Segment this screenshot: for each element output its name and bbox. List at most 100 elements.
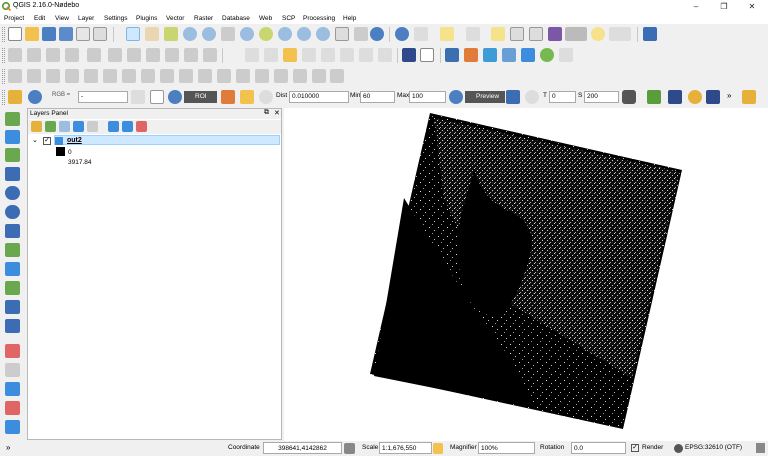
move-feature-icon[interactable] — [108, 48, 122, 62]
node-tool-icon[interactable] — [127, 48, 141, 62]
close-button[interactable]: ✕ — [740, 0, 764, 13]
rgb-shift-icon[interactable] — [131, 90, 145, 104]
zoom-out-icon[interactable] — [202, 27, 216, 41]
remove-temp-files-icon[interactable] — [622, 90, 636, 104]
new-map-view-icon[interactable] — [335, 27, 349, 41]
magnifier-spinbox[interactable]: 100% — [478, 442, 535, 454]
undo-icon[interactable] — [46, 69, 60, 83]
pin-labels-icon[interactable] — [264, 48, 278, 62]
menu-vector[interactable]: Vector — [166, 15, 184, 22]
change-label-icon[interactable] — [340, 48, 354, 62]
plugin-a-icon[interactable] — [464, 48, 478, 62]
crs-globe-icon[interactable] — [674, 444, 683, 453]
close-panel-icon[interactable]: ✕ — [274, 109, 280, 117]
map-tips-icon[interactable] — [591, 27, 605, 41]
styling-icon[interactable] — [31, 121, 42, 132]
new-geopackage-icon[interactable] — [5, 319, 20, 333]
menu-raster[interactable]: Raster — [194, 15, 213, 22]
current-edits-icon[interactable] — [8, 48, 22, 62]
pan-icon[interactable] — [145, 27, 159, 41]
add-postgis-layer-icon[interactable] — [5, 148, 20, 162]
band-combo[interactable]: - — [78, 91, 128, 103]
menu-scp[interactable]: SCP — [282, 15, 295, 22]
zoom-to-preview-icon[interactable] — [449, 90, 463, 104]
export-icon[interactable] — [706, 90, 720, 104]
lock-scale-icon[interactable] — [433, 443, 443, 454]
minimize-button[interactable]: – — [684, 0, 708, 13]
add-vector-layer-icon[interactable] — [5, 112, 20, 126]
scp-dock-icon[interactable] — [8, 90, 22, 104]
menu-project[interactable]: Project — [4, 15, 24, 22]
add-roi-icon[interactable] — [240, 90, 254, 104]
attribute-table-icon[interactable] — [510, 27, 524, 41]
redo-roi-icon[interactable] — [259, 90, 273, 104]
add-gps-icon[interactable] — [5, 344, 20, 358]
layer-visibility-checkbox[interactable]: ✓ — [43, 137, 51, 145]
toolbar-grip[interactable] — [2, 69, 5, 84]
s-spinbox[interactable]: 200 — [584, 91, 619, 103]
scale-combo[interactable]: 1:1,676,550 — [379, 442, 432, 454]
filter-expression-icon[interactable] — [87, 121, 98, 132]
save-as-icon[interactable] — [59, 27, 73, 41]
new-spatialite-icon[interactable] — [5, 300, 20, 314]
classification-preview-icon[interactable] — [506, 90, 520, 104]
add-wms-icon[interactable] — [5, 186, 20, 200]
statistical-summary-icon[interactable] — [548, 27, 562, 41]
measure-line-icon[interactable] — [565, 27, 587, 41]
label-properties-icon[interactable] — [378, 48, 392, 62]
new-print-composer-icon[interactable] — [76, 27, 90, 41]
band-calc-icon[interactable] — [647, 90, 661, 104]
digitizing-a-icon[interactable] — [8, 69, 22, 83]
db2-icon[interactable] — [5, 420, 20, 434]
python-console-icon[interactable] — [445, 48, 459, 62]
move-label-icon[interactable] — [302, 48, 316, 62]
add-group-icon[interactable] — [45, 121, 56, 132]
plugin-e-icon[interactable] — [540, 48, 554, 62]
download-icon[interactable] — [668, 90, 682, 104]
add-wfs-icon[interactable] — [5, 224, 20, 238]
add-ring-icon[interactable] — [103, 69, 117, 83]
save-project-icon[interactable] — [42, 27, 56, 41]
identify-icon[interactable] — [395, 27, 409, 41]
scp-main-icon[interactable] — [742, 90, 756, 104]
zoom-native-icon[interactable] — [221, 27, 235, 41]
open-project-icon[interactable] — [25, 27, 39, 41]
new-shapefile-icon[interactable] — [5, 281, 20, 295]
add-raster-layer-icon[interactable] — [5, 130, 20, 144]
preview-toggle[interactable]: Preview — [465, 91, 505, 103]
zoom-next-icon[interactable] — [316, 27, 330, 41]
roi-toggle[interactable]: ROI — [184, 91, 217, 103]
toggle-editing-icon[interactable] — [27, 48, 41, 62]
toolbar-overflow-button[interactable]: » — [727, 91, 731, 100]
maximize-button[interactable]: ❐ — [712, 0, 736, 13]
menu-web[interactable]: Web — [259, 15, 272, 22]
reshape-features-icon[interactable] — [198, 69, 212, 83]
zoom-to-roi-icon[interactable] — [168, 90, 182, 104]
zoom-full-icon[interactable] — [240, 27, 254, 41]
refresh-icon[interactable] — [370, 27, 384, 41]
simplify-feature-icon[interactable] — [84, 69, 98, 83]
zoom-to-selection-icon[interactable] — [259, 27, 273, 41]
pan-to-selection-icon[interactable] — [164, 27, 178, 41]
redo-preview-icon[interactable] — [525, 90, 539, 104]
plugin-b-icon[interactable] — [483, 48, 497, 62]
create-roi-icon[interactable] — [221, 90, 235, 104]
manage-visibility-icon[interactable] — [59, 121, 70, 132]
georeferencer-icon[interactable] — [5, 363, 20, 377]
toolbar-grip[interactable] — [2, 27, 5, 42]
status-expand-icon[interactable]: » — [6, 443, 10, 452]
add-part-icon[interactable] — [122, 69, 136, 83]
label-tool-icon[interactable] — [245, 48, 259, 62]
menu-plugins[interactable]: Plugins — [136, 15, 157, 22]
t-spinbox[interactable]: 0 — [549, 91, 576, 103]
menu-settings[interactable]: Settings — [104, 15, 128, 22]
highlight-labels-icon[interactable] — [283, 48, 297, 62]
messages-icon[interactable] — [756, 443, 765, 453]
copy-features-icon[interactable] — [184, 48, 198, 62]
delete-part-icon[interactable] — [179, 69, 193, 83]
oracle-spatial-icon[interactable] — [5, 382, 20, 396]
deselect-all-icon[interactable] — [491, 27, 505, 41]
zoom-last-icon[interactable] — [297, 27, 311, 41]
eye-icon[interactable] — [559, 48, 573, 62]
rotation-spinbox[interactable]: 0.0 — [571, 442, 626, 454]
